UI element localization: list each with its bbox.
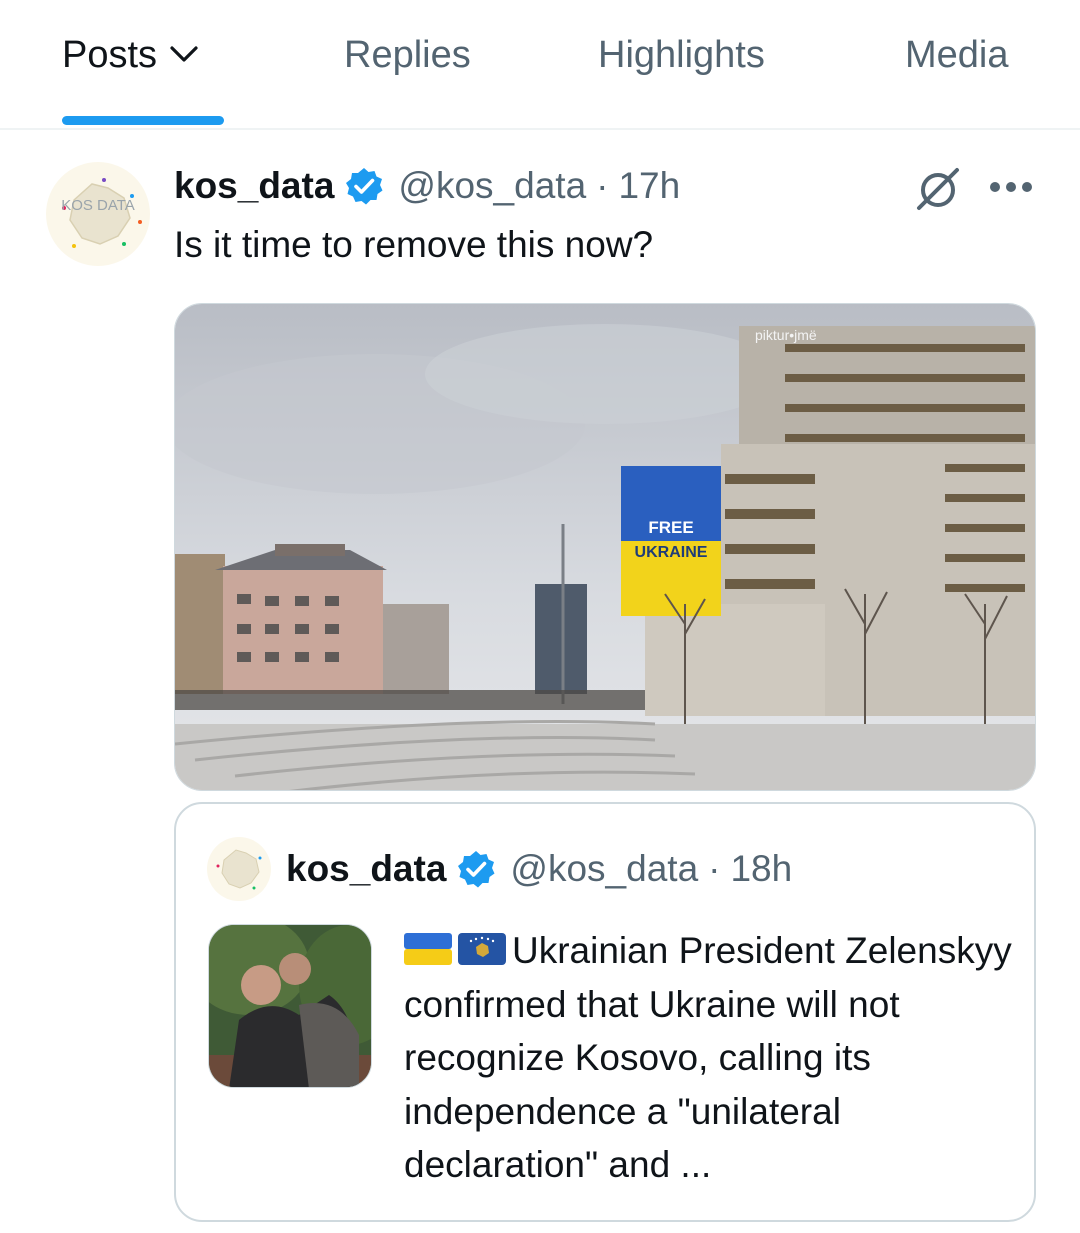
tab-posts-label: Posts [62, 34, 158, 76]
avatar-logo-text: KOS DATA [61, 197, 135, 214]
active-tab-indicator [62, 116, 224, 125]
quoted-photo-thumbnail [208, 924, 372, 1088]
tab-replies[interactable]: Replies [344, 34, 471, 77]
quoted-post[interactable]: kos_data @kos_data · 18h Ukrainian Presi… [174, 802, 1036, 1222]
post-timestamp[interactable]: 17h [618, 165, 680, 207]
quoted-avatar [207, 837, 271, 901]
avatar[interactable]: KOS DATA [44, 160, 152, 268]
quoted-text: Ukrainian President Zelenskyy confirmed … [404, 924, 1014, 1192]
quoted-display-name: kos_data [286, 848, 447, 889]
quoted-timestamp: 18h [730, 848, 793, 889]
grok-icon[interactable] [912, 164, 964, 212]
ukraine-flag-icon [404, 933, 452, 966]
distant-tower [535, 584, 587, 694]
quoted-username: @kos_data [510, 848, 699, 889]
quoted-header: kos_data @kos_data · 18h [286, 846, 792, 892]
post-display-name[interactable]: kos_data [174, 165, 334, 207]
svg-text:FREE: FREE [648, 518, 693, 537]
profile-tabs: Posts Replies Highlights Media [0, 0, 1080, 130]
kosovo-flag-icon [458, 933, 506, 966]
separator-dot: · [596, 165, 609, 206]
free-ukraine-billboard: FREE UKRAINE [621, 466, 721, 616]
verified-badge-icon [346, 168, 383, 205]
svg-text:UKRAINE: UKRAINE [635, 544, 708, 561]
verified-badge-icon [458, 851, 495, 888]
rooftop-sign: piktur•jmë [755, 327, 817, 343]
crowd [175, 690, 645, 710]
tab-posts[interactable]: Posts [62, 34, 199, 77]
quoted-text-body: Ukrainian President Zelenskyy confirmed … [404, 930, 1012, 1185]
tab-highlights[interactable]: Highlights [598, 34, 765, 77]
post-photo[interactable]: piktur•jmë FREE UKRAINE [174, 303, 1036, 791]
chevron-down-icon [170, 46, 198, 62]
post-header: kos_data @kos_data · 17h [174, 164, 680, 208]
more-options-icon[interactable] [988, 180, 1034, 194]
separator-dot: · [708, 848, 721, 889]
plaza [175, 724, 1035, 790]
tab-media[interactable]: Media [905, 34, 1009, 77]
post-username[interactable]: @kos_data [398, 165, 586, 207]
post-text: Is it time to remove this now? [174, 224, 654, 265]
